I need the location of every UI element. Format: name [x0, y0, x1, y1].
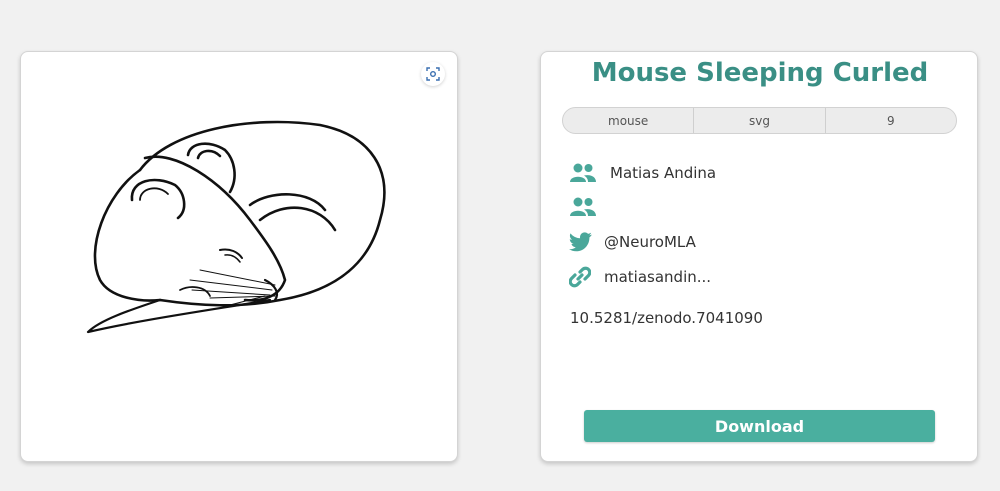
tag-bar: mouse svg 9	[562, 107, 957, 134]
twitter-row[interactable]: @NeuroMLA	[569, 231, 696, 253]
zoom-icon	[426, 67, 440, 81]
tag-category[interactable]: mouse	[563, 108, 695, 133]
page-title: Mouse Sleeping Curled	[591, 58, 929, 88]
zoom-button[interactable]	[421, 62, 445, 86]
website-link[interactable]: matiasandin...	[604, 268, 711, 286]
website-row[interactable]: matiasandin...	[569, 266, 711, 288]
download-button[interactable]: Download	[584, 410, 935, 442]
mouse-illustration	[86, 120, 386, 334]
tag-format[interactable]: svg	[694, 108, 826, 133]
contributors-icon	[569, 196, 597, 218]
author-name: Matias Andina	[610, 164, 717, 182]
doi-text[interactable]: 10.5281/zenodo.7041090	[570, 309, 763, 327]
contributors-row	[569, 196, 610, 218]
twitter-handle[interactable]: @NeuroMLA	[604, 233, 696, 251]
users-icon	[569, 162, 597, 184]
twitter-icon	[569, 231, 597, 253]
tag-count[interactable]: 9	[826, 108, 956, 133]
author-row: Matias Andina	[569, 162, 716, 184]
link-icon	[569, 266, 597, 288]
